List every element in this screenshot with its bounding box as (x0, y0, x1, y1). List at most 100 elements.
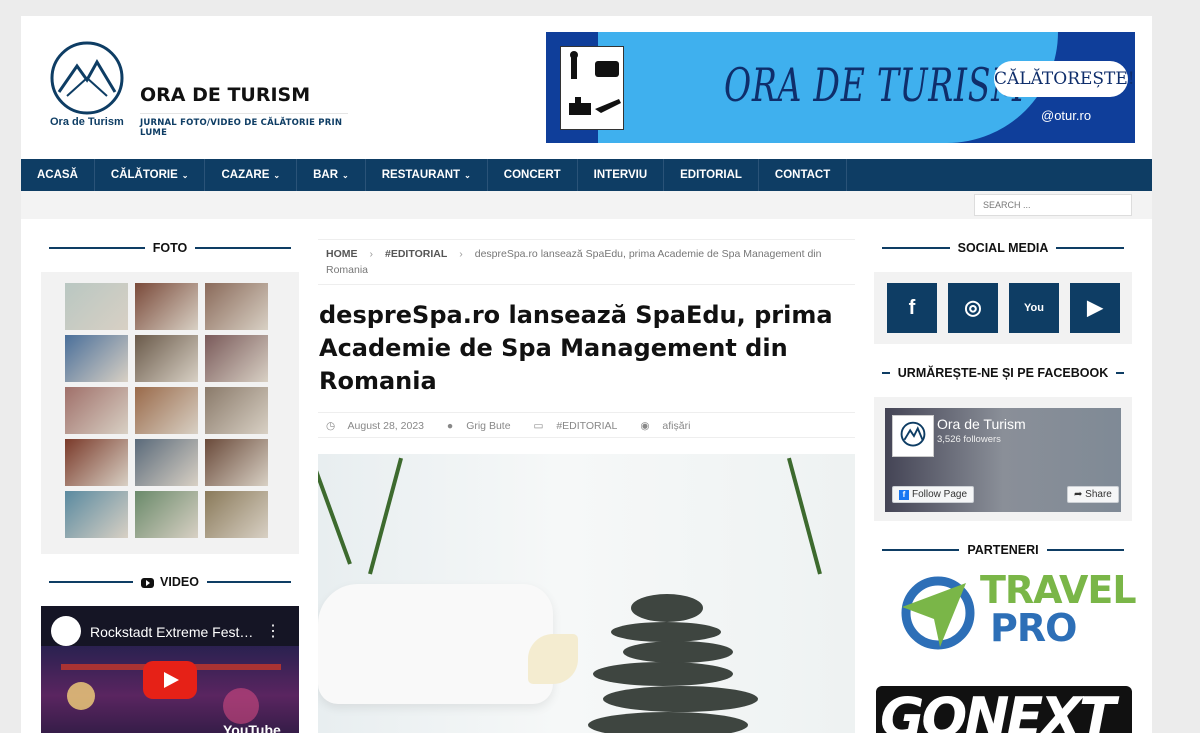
orchid-flower (528, 634, 578, 684)
spa-stone (593, 662, 733, 686)
follow-page-button[interactable]: f Follow Page (892, 486, 975, 503)
nav-item-label: RESTAURANT (381, 169, 461, 181)
gonext-text: GONEXT (880, 686, 1116, 733)
nav-item-0[interactable]: ACASĂ (21, 159, 95, 191)
facebook-page-card[interactable]: Ora de Turism 3,526 followers f Follow Pa… (885, 408, 1121, 512)
page: Ora de Turism ORA DE TURISM JURNAL FOTO/… (21, 16, 1152, 733)
spa-stone (611, 622, 721, 642)
channel-avatar[interactable] (51, 616, 81, 646)
gallery-thumbnail[interactable] (135, 283, 198, 330)
travelpro-partner-logo[interactable]: TRAVEL PRO (894, 571, 1137, 656)
plant-leaf (787, 457, 822, 575)
play-icon[interactable]: ▶ (1070, 283, 1120, 333)
towel (318, 584, 553, 704)
user-icon: ● (446, 420, 454, 432)
search-input[interactable]: SEARCH ... (974, 194, 1132, 216)
nav-item-label: CONCERT (503, 169, 561, 181)
gallery-thumbnail[interactable] (65, 491, 128, 538)
instagram-icon[interactable]: ◎ (948, 283, 998, 333)
facebook-page-name[interactable]: Ora de Turism (937, 416, 1026, 432)
travelpro-line2: PRO (990, 606, 1077, 650)
category-meta: ▭ #EDITORIAL (533, 420, 627, 432)
nav-item-1[interactable]: CĂLĂTORIE ⌄ (95, 159, 206, 191)
video-heading: VIDEO (41, 574, 299, 590)
nav-item-8[interactable]: CONTACT (759, 159, 848, 191)
gallery-thumbnail[interactable] (135, 491, 198, 538)
play-button[interactable] (143, 661, 197, 699)
banner-handle: @otur.ro (1041, 108, 1092, 123)
gallery-thumbnail[interactable] (135, 439, 198, 486)
spa-stone (631, 594, 703, 622)
share-button[interactable]: ➦ Share (1067, 486, 1119, 503)
clock-icon: ◷ (326, 420, 336, 432)
spa-stone (588, 712, 748, 733)
gallery-thumbnail[interactable] (135, 335, 198, 382)
article-author[interactable]: Grig Bute (466, 420, 510, 432)
nav-item-label: CAZARE (221, 169, 270, 181)
facebook-icon[interactable]: f (887, 283, 937, 333)
article-date: August 28, 2023 (347, 420, 424, 432)
article-title: despreSpa.ro lansează SpaEdu, prima Acad… (319, 301, 833, 395)
share-icon: ➦ (1074, 489, 1086, 500)
site-title[interactable]: ORA DE TURISM (140, 84, 310, 106)
video-heading-text: VIDEO (160, 575, 199, 589)
gallery-thumbnail[interactable] (135, 387, 198, 434)
chevron-down-icon: ⌄ (342, 171, 349, 180)
nav-item-6[interactable]: INTERVIU (578, 159, 665, 191)
spa-stone (603, 686, 758, 712)
youtube-logo[interactable]: YouTube (223, 722, 281, 733)
nav-item-3[interactable]: BAR ⌄ (297, 159, 366, 191)
youtube-icon[interactable]: You (1009, 283, 1059, 333)
plant-leaf (318, 454, 352, 565)
breadcrumb-separator: › (369, 248, 374, 260)
views-meta: ◉ afișări (640, 420, 700, 432)
header-banner[interactable]: ORA DE TURISM CĂLĂTOREȘTE! @otur.ro (546, 32, 1135, 143)
partners-heading-label: PARTENERI (967, 543, 1039, 557)
chevron-down-icon: ⌄ (181, 171, 189, 180)
gonext-partner-logo[interactable]: GONEXT (876, 686, 1132, 733)
facebook-page-logo[interactable] (892, 415, 934, 457)
nav-item-label: EDITORIAL (680, 169, 742, 181)
gallery-thumbnail[interactable] (205, 335, 268, 382)
breadcrumb-home[interactable]: HOME (326, 248, 358, 260)
gallery-thumbnail[interactable] (65, 335, 128, 382)
plant-leaf (368, 457, 403, 575)
nav-item-4[interactable]: RESTAURANT ⌄ (366, 159, 488, 191)
article-featured-image (318, 454, 855, 733)
video-title[interactable]: Rockstadt Extreme Fest… (90, 624, 253, 640)
gallery-thumbnail[interactable] (205, 491, 268, 538)
video-heading-label: VIDEO (141, 575, 199, 589)
social-heading: SOCIAL MEDIA (874, 240, 1132, 256)
nav-item-2[interactable]: CAZARE ⌄ (205, 159, 298, 191)
breadcrumb-separator-2: › (459, 248, 463, 260)
breadcrumb-category[interactable]: #EDITORIAL (385, 248, 447, 260)
gallery-thumbnail[interactable] (65, 387, 128, 434)
article-category[interactable]: #EDITORIAL (556, 420, 617, 432)
banner-title: ORA DE TURISM (724, 58, 1026, 112)
banner-cta: CĂLĂTOREȘTE! (994, 61, 1135, 97)
partners-heading: PARTENERI (874, 542, 1132, 558)
breadcrumb: HOME › #EDITORIAL › despreSpa.ro lansează Sp… (318, 239, 855, 285)
facebook-widget: Ora de Turism 3,526 followers f Follow Pa… (874, 397, 1132, 521)
chevron-down-icon: ⌄ (273, 171, 281, 180)
nav-item-label: ACASĂ (37, 169, 78, 181)
facebook-heading: URMĂREȘTE-NE ȘI PE FACEBOOK (874, 365, 1132, 381)
video-more-icon[interactable]: ⋮ (265, 621, 281, 641)
article-meta: ◷ August 28, 2023 ● Grig Bute ▭ #EDITORI… (318, 412, 855, 438)
gallery-thumbnail[interactable] (65, 283, 128, 330)
nav-item-label: BAR (313, 169, 339, 181)
travelpro-icon (901, 576, 975, 650)
nav-item-7[interactable]: EDITORIAL (664, 159, 759, 191)
gallery-thumbnail[interactable] (205, 283, 268, 330)
spa-stone (623, 641, 733, 663)
gallery-thumbnail[interactable] (65, 439, 128, 486)
nav-item-5[interactable]: CONCERT (488, 159, 578, 191)
gallery-thumbnail[interactable] (205, 387, 268, 434)
author-meta: ● Grig Bute (447, 420, 521, 432)
facebook-heading-label: URMĂREȘTE-NE ȘI PE FACEBOOK (897, 366, 1109, 380)
gallery-thumbnail[interactable] (205, 439, 268, 486)
foto-heading: FOTO (41, 240, 299, 256)
video-embed[interactable]: Rockstadt Extreme Fest… ⋮ YouTube (41, 606, 299, 733)
site-tagline: JURNAL FOTO/VIDEO DE CĂLĂTORIE PRIN LUME (140, 113, 348, 138)
nav-item-label: INTERVIU (593, 169, 648, 181)
